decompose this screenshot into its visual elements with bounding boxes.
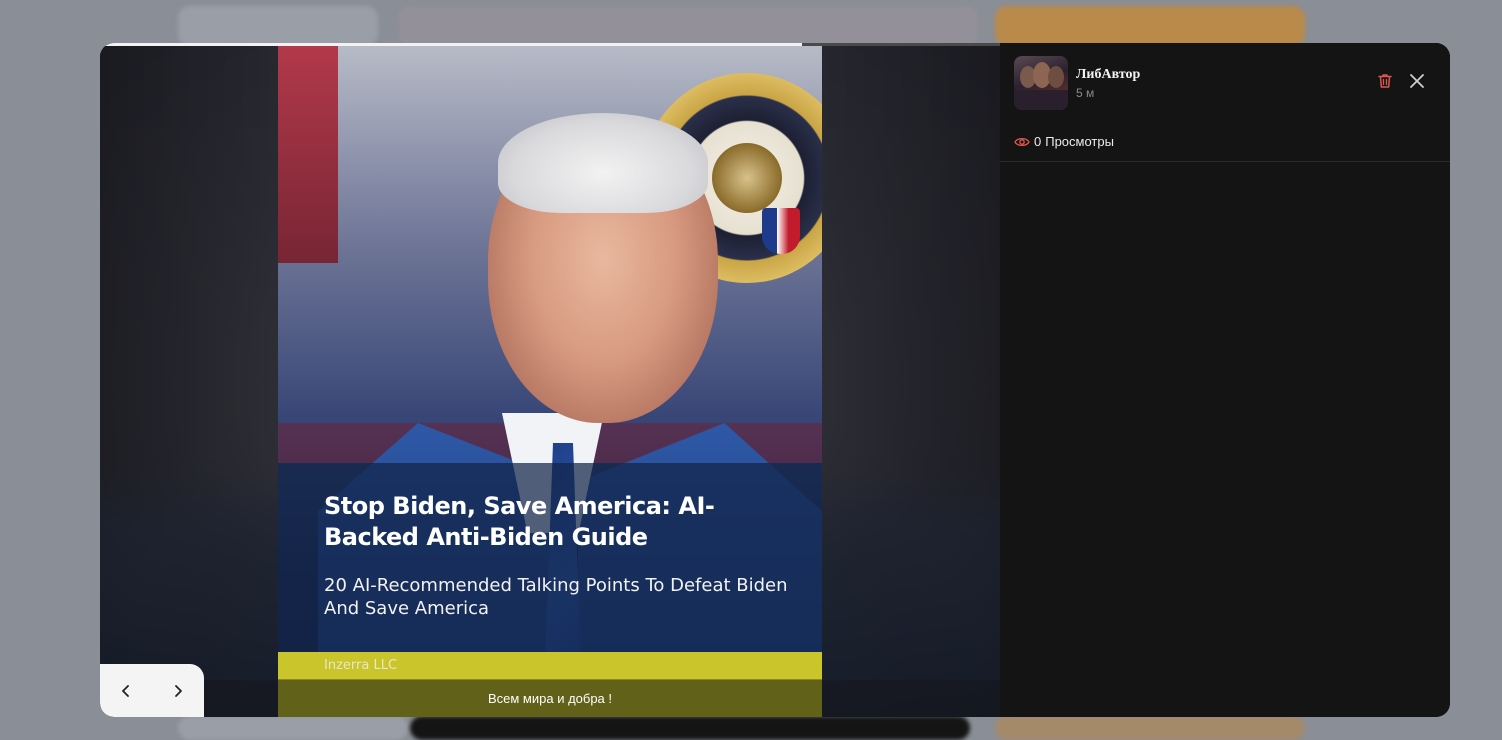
eye-icon <box>1014 137 1030 146</box>
avatar[interactable] <box>1014 56 1068 110</box>
story-sidebar: ЛибАвтор 5 м 0 Просмотры <box>1000 43 1450 717</box>
story-viewer-modal: Stop Biden, Save America: AI-Backed Anti… <box>100 43 1450 717</box>
author-name[interactable]: ЛибАвтор <box>1076 67 1140 83</box>
cover-subtitle: 20 AI-Recommended Talking Points To Defe… <box>324 575 788 619</box>
close-button[interactable] <box>1406 70 1428 92</box>
cover-publisher: Inzerra LLC <box>324 658 398 673</box>
story-navigation <box>100 664 204 717</box>
close-icon <box>1410 74 1424 88</box>
post-time: 5 м <box>1076 86 1095 100</box>
chevron-left-icon <box>122 684 129 697</box>
views-counter: 0 Просмотры <box>1014 134 1114 149</box>
previous-story-button[interactable] <box>100 664 152 717</box>
divider <box>1000 161 1450 162</box>
views-label: Просмотры <box>1045 134 1114 149</box>
next-story-button[interactable] <box>152 664 204 717</box>
author-header: ЛибАвтор 5 м <box>1014 56 1140 110</box>
chevron-right-icon <box>175 684 182 697</box>
story-media-stage[interactable]: Stop Biden, Save America: AI-Backed Anti… <box>100 43 1000 717</box>
delete-story-button[interactable] <box>1374 70 1396 92</box>
trash-icon <box>1378 74 1392 88</box>
views-count: 0 <box>1034 134 1042 149</box>
story-progress-track <box>100 43 1000 46</box>
story-caption: Всем мира и добра ! <box>100 680 1000 717</box>
cover-title: Stop Biden, Save America: AI-Backed Anti… <box>324 492 715 551</box>
story-progress-fill <box>100 43 802 46</box>
story-image: Stop Biden, Save America: AI-Backed Anti… <box>278 43 822 717</box>
